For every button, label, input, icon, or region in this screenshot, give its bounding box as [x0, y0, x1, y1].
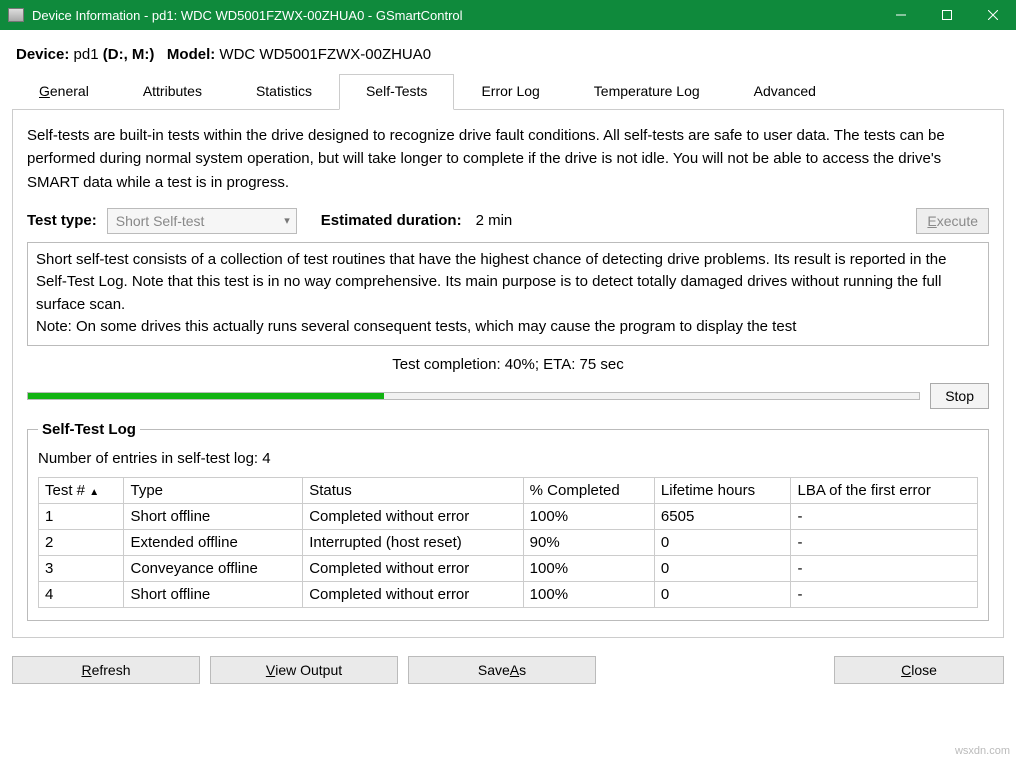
- progress-label: Test completion: 40%; ETA: 75 sec: [392, 356, 624, 373]
- view-output-button[interactable]: View Output: [210, 656, 398, 684]
- watermark: wsxdn.com: [955, 745, 1010, 757]
- tab-general[interactable]: General: [12, 74, 116, 110]
- table-cell: 0: [654, 529, 791, 555]
- self-tests-description: Self-tests are built-in tests within the…: [27, 124, 989, 194]
- sort-asc-icon: ▲: [89, 487, 99, 498]
- table-cell: 2: [39, 529, 124, 555]
- estimated-duration-label: Estimated duration:: [321, 212, 462, 229]
- model-value: WDC WD5001FZWX-00ZHUA0: [219, 46, 431, 63]
- execute-button[interactable]: Execute: [916, 208, 989, 234]
- table-cell: Extended offline: [124, 529, 303, 555]
- refresh-button[interactable]: Refresh: [12, 656, 200, 684]
- test-description-box: Short self-test consists of a collection…: [27, 242, 989, 346]
- table-cell: -: [791, 555, 978, 581]
- table-cell: 100%: [523, 555, 654, 581]
- table-row[interactable]: 2Extended offlineInterrupted (host reset…: [39, 529, 978, 555]
- self-test-log-group: Self-Test Log Number of entries in self-…: [27, 421, 989, 621]
- maximize-button[interactable]: [924, 0, 970, 30]
- title-bar: Device Information - pd1: WDC WD5001FZWX…: [0, 0, 1016, 30]
- table-cell: -: [791, 529, 978, 555]
- col-status[interactable]: Status: [303, 477, 523, 503]
- estimated-duration-value: 2 min: [476, 212, 513, 229]
- col-test-num[interactable]: Test # ▲: [39, 477, 124, 503]
- table-cell: Completed without error: [303, 555, 523, 581]
- minimize-button[interactable]: [878, 0, 924, 30]
- table-cell: Interrupted (host reset): [303, 529, 523, 555]
- close-dialog-button[interactable]: Close: [834, 656, 1004, 684]
- close-button[interactable]: [970, 0, 1016, 30]
- app-icon: [8, 8, 24, 22]
- progress-fill: [28, 393, 384, 399]
- table-cell: 90%: [523, 529, 654, 555]
- tab-temperature-log[interactable]: Temperature Log: [567, 74, 727, 110]
- log-entry-count: Number of entries in self-test log: 4: [38, 450, 978, 467]
- table-row[interactable]: 3Conveyance offlineCompleted without err…: [39, 555, 978, 581]
- device-info-line: Device: pd1 (D:, M:) Model: WDC WD5001FZ…: [16, 46, 1004, 63]
- table-row[interactable]: 1Short offlineCompleted without error100…: [39, 503, 978, 529]
- col-completed[interactable]: % Completed: [523, 477, 654, 503]
- self-test-log-legend: Self-Test Log: [38, 421, 140, 438]
- tab-statistics[interactable]: Statistics: [229, 74, 339, 110]
- tab-error-log[interactable]: Error Log: [454, 74, 566, 110]
- table-cell: 100%: [523, 581, 654, 607]
- tab-panel: Self-tests are built-in tests within the…: [12, 110, 1004, 638]
- col-type[interactable]: Type: [124, 477, 303, 503]
- device-id: pd1: [74, 46, 99, 63]
- table-cell: 4: [39, 581, 124, 607]
- stop-button[interactable]: Stop: [930, 383, 989, 409]
- device-mounts: (D:, M:): [103, 46, 155, 63]
- table-cell: 3: [39, 555, 124, 581]
- col-lba[interactable]: LBA of the first error: [791, 477, 978, 503]
- table-cell: Completed without error: [303, 581, 523, 607]
- tab-self-tests[interactable]: Self-Tests: [339, 74, 454, 110]
- device-label: Device:: [16, 46, 69, 63]
- model-label: Model:: [167, 46, 215, 63]
- footer-buttons: Refresh View Output Save As Close: [0, 646, 1016, 698]
- table-cell: 6505: [654, 503, 791, 529]
- table-cell: 0: [654, 581, 791, 607]
- table-cell: Completed without error: [303, 503, 523, 529]
- tab-bar: General Attributes Statistics Self-Tests…: [12, 73, 1004, 110]
- test-type-label: Test type:: [27, 212, 97, 229]
- table-cell: Conveyance offline: [124, 555, 303, 581]
- table-cell: Short offline: [124, 581, 303, 607]
- table-row[interactable]: 4Short offlineCompleted without error100…: [39, 581, 978, 607]
- table-cell: -: [791, 503, 978, 529]
- test-type-select[interactable]: Short Self-test ▾: [107, 208, 297, 234]
- tab-attributes[interactable]: Attributes: [116, 74, 229, 110]
- table-cell: -: [791, 581, 978, 607]
- col-lifetime[interactable]: Lifetime hours: [654, 477, 791, 503]
- tab-advanced[interactable]: Advanced: [727, 74, 843, 110]
- self-test-log-table: Test # ▲ Type Status % Completed Lifetim…: [38, 477, 978, 608]
- progress-bar: [27, 392, 920, 400]
- table-cell: 1: [39, 503, 124, 529]
- table-cell: Short offline: [124, 503, 303, 529]
- window-title: Device Information - pd1: WDC WD5001FZWX…: [32, 8, 878, 23]
- save-as-button[interactable]: Save As: [408, 656, 596, 684]
- table-cell: 0: [654, 555, 791, 581]
- table-cell: 100%: [523, 503, 654, 529]
- chevron-down-icon: ▾: [284, 214, 290, 227]
- test-type-value: Short Self-test: [116, 213, 205, 229]
